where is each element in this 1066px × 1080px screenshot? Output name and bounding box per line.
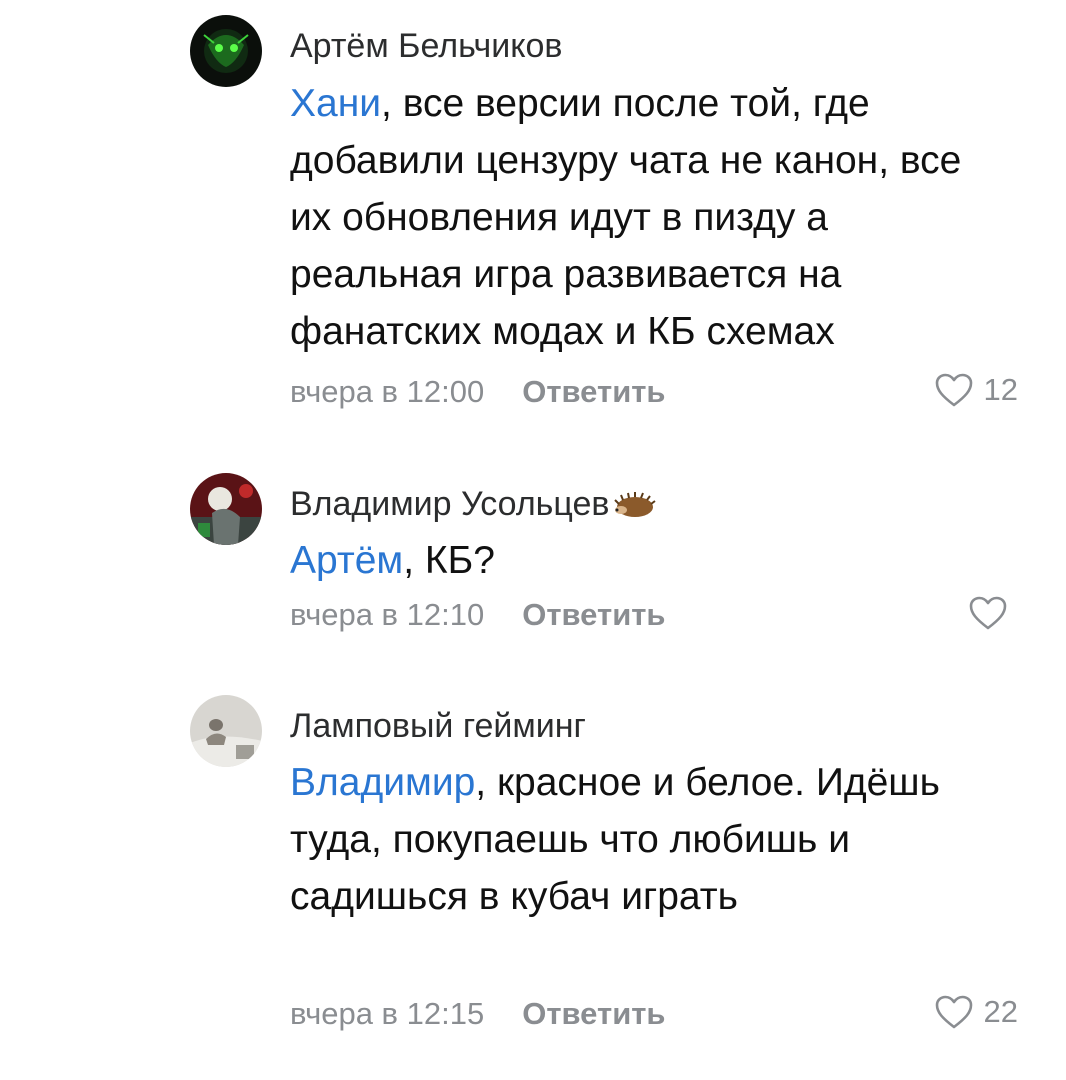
heart-icon	[935, 995, 972, 1029]
mention-link[interactable]: Артём	[290, 539, 403, 582]
like-count: 12	[983, 372, 1018, 407]
red-illustration-avatar-icon	[190, 473, 262, 545]
comment-item: Артём Бельчиков Хани, все версии после т…	[0, 0, 1066, 430]
comment-item: Владимир Усольцев Артём, КБ? вчера в 12:…	[0, 430, 1066, 670]
reply-button[interactable]: Ответить	[522, 374, 665, 409]
mention-link[interactable]: Владимир	[290, 761, 475, 804]
comment-text: Хани, все версии после той, где добавили…	[290, 75, 1010, 360]
comment-time: вчера в 12:15	[290, 996, 485, 1031]
like-button[interactable]: 22	[934, 994, 1018, 1030]
comment-body: , КБ?	[403, 539, 495, 582]
comment-author[interactable]: Ламповый гейминг	[290, 706, 586, 746]
mention-link[interactable]: Хани	[290, 82, 381, 125]
reply-button[interactable]: Ответить	[522, 996, 665, 1031]
comment-meta: вчера в 12:15 Ответить	[290, 996, 666, 1032]
hedgehog-icon	[614, 492, 657, 518]
reply-button[interactable]: Ответить	[522, 597, 665, 632]
comment-body: , все версии после той, где добавили цен…	[290, 82, 962, 353]
avatar[interactable]	[190, 15, 262, 87]
like-button[interactable]: 12	[934, 372, 1018, 408]
dark-green-avatar-icon	[190, 15, 262, 87]
avatar[interactable]	[190, 695, 262, 767]
comment-text: Владимир, красное и белое. Идёшь туда, п…	[290, 754, 1010, 925]
heart-icon	[969, 596, 1007, 630]
comment-time: вчера в 12:00	[290, 374, 485, 409]
comment-author[interactable]: Владимир Усольцев	[290, 485, 609, 523]
comment-time: вчера в 12:10	[290, 597, 485, 632]
comment-item: Ламповый гейминг Владимир, красное и бел…	[0, 670, 1066, 1080]
comment-text: Артём, КБ?	[290, 532, 1010, 589]
avatar[interactable]	[190, 473, 262, 545]
comment-author[interactable]: Артём Бельчиков	[290, 26, 562, 66]
light-photo-avatar-icon	[190, 695, 262, 767]
like-button[interactable]	[968, 595, 1018, 631]
comment-meta: вчера в 12:10 Ответить	[290, 597, 666, 633]
comment-meta: вчера в 12:00 Ответить	[290, 374, 666, 410]
like-count: 22	[983, 994, 1018, 1029]
comment-author-row: Владимир Усольцев	[290, 484, 657, 524]
heart-icon	[935, 373, 972, 407]
